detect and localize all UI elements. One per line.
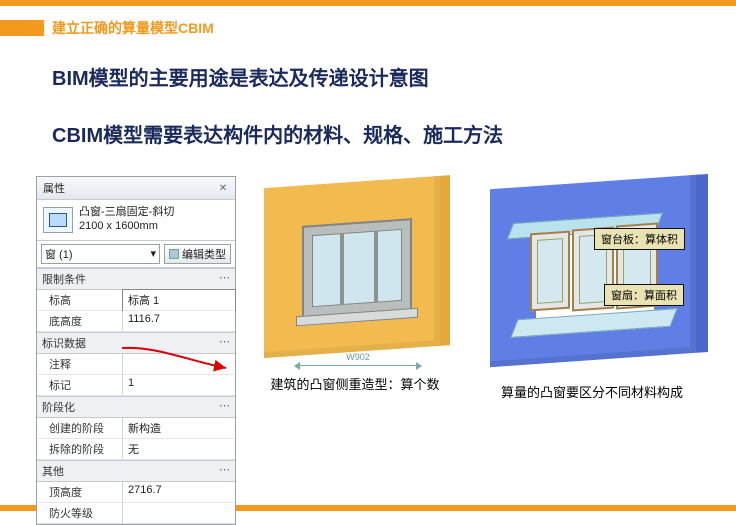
- param-fire-rating-value[interactable]: [123, 503, 235, 524]
- family-type-label: 凸窗-三扇固定-斜切 2100 x 1600mm: [79, 206, 174, 234]
- instance-selector-text: 窗 (1): [45, 246, 73, 262]
- chevron-down-icon: ▾: [150, 247, 156, 260]
- param-phase-created-value[interactable]: 新构造: [123, 418, 235, 439]
- param-phase-demolished-label: 拆除的阶段: [37, 439, 123, 460]
- param-level[interactable]: 标高 标高 1: [37, 290, 235, 311]
- properties-panel-title: 属性: [43, 180, 65, 196]
- param-sill-height-label: 底高度: [37, 311, 123, 332]
- edit-type-label: 编辑类型: [182, 246, 226, 262]
- properties-panel: 属性 ✕ 凸窗-三扇固定-斜切 2100 x 1600mm 窗 (1) ▾ 编辑…: [36, 176, 236, 525]
- edit-type-icon: [169, 249, 179, 259]
- param-phase-created[interactable]: 创建的阶段 新构造: [37, 418, 235, 439]
- figure-bay-window-qty: 窗台板：算体积 窗扇：算面积 算量的凸窗要区分不同材料构成: [474, 176, 710, 401]
- param-fire-rating[interactable]: 防火等级: [37, 503, 235, 524]
- close-icon[interactable]: ✕: [217, 182, 229, 194]
- expand-icon: ⋯: [219, 399, 230, 415]
- dimension-width-label: W902: [346, 352, 370, 362]
- edit-type-button[interactable]: 编辑类型: [164, 244, 231, 264]
- heading-secondary: CBIM模型需要表达构件内的材料、规格、施工方法: [52, 119, 736, 148]
- window-sash-icon: [530, 231, 570, 312]
- annotation-board: 窗台板：算体积: [594, 228, 685, 250]
- param-sill-height[interactable]: 底高度 1116.7: [37, 311, 235, 332]
- param-comment-label: 注释: [37, 354, 123, 375]
- group-other[interactable]: 其他 ⋯: [37, 460, 235, 482]
- param-mark[interactable]: 标记 1: [37, 375, 235, 396]
- group-identity[interactable]: 标识数据 ⋯: [37, 332, 235, 354]
- param-sill-height-value[interactable]: 1116.7: [123, 311, 235, 332]
- param-comment[interactable]: 注释: [37, 354, 235, 375]
- content-row: 属性 ✕ 凸窗-三扇固定-斜切 2100 x 1600mm 窗 (1) ▾ 编辑…: [36, 176, 736, 525]
- group-identity-label: 标识数据: [42, 335, 86, 351]
- bay-window-icon: [302, 218, 412, 318]
- family-type-name: 凸窗-三扇固定-斜切: [79, 206, 174, 220]
- param-mark-label: 标记: [37, 375, 123, 396]
- expand-icon: ⋯: [219, 271, 230, 287]
- family-selector[interactable]: 凸窗-三扇固定-斜切 2100 x 1600mm: [37, 200, 235, 241]
- param-comment-value[interactable]: [123, 354, 235, 375]
- group-constraints-label: 限制条件: [42, 271, 86, 287]
- group-constraints[interactable]: 限制条件 ⋯: [37, 268, 235, 290]
- slide-title: 建立正确的算量模型CBIM: [52, 18, 214, 38]
- dimension-width: W902: [298, 365, 418, 366]
- annotation-sash: 窗扇：算面积: [604, 284, 684, 306]
- slide-title-bar: 建立正确的算量模型CBIM: [0, 18, 736, 38]
- param-phase-demolished-value[interactable]: 无: [123, 439, 235, 460]
- slide: 建立正确的算量模型CBIM BIM模型的主要用途是表达及传递设计意图 CBIM模…: [0, 0, 736, 511]
- param-top-height[interactable]: 顶高度 2716.7: [37, 482, 235, 503]
- instance-selector[interactable]: 窗 (1) ▾: [41, 244, 160, 264]
- param-phase-created-label: 创建的阶段: [37, 418, 123, 439]
- param-mark-value[interactable]: 1: [123, 375, 235, 396]
- figure-bay-window-arch: W902 建筑的凸窗侧重造型：算个数: [250, 176, 460, 393]
- param-top-height-value[interactable]: 2716.7: [123, 482, 235, 503]
- title-accent-block: [0, 20, 44, 36]
- param-phase-demolished[interactable]: 拆除的阶段 无: [37, 439, 235, 460]
- group-phasing-label: 阶段化: [42, 399, 75, 415]
- figure-arch-caption: 建筑的凸窗侧重造型：算个数: [270, 374, 439, 393]
- param-level-label: 标高: [37, 290, 123, 311]
- instance-row: 窗 (1) ▾ 编辑类型: [37, 241, 235, 268]
- family-size: 2100 x 1600mm: [79, 220, 174, 234]
- group-other-label: 其他: [42, 463, 64, 479]
- expand-icon: ⋯: [219, 335, 230, 351]
- figure-bay-window-arch-image: W902: [250, 176, 460, 368]
- expand-icon: ⋯: [219, 463, 230, 479]
- figure-qty-caption: 算量的凸窗要区分不同材料构成: [501, 382, 683, 401]
- param-top-height-label: 顶高度: [37, 482, 123, 503]
- group-phasing[interactable]: 阶段化 ⋯: [37, 396, 235, 418]
- family-thumbnail-icon: [43, 207, 73, 233]
- param-level-value[interactable]: 标高 1: [123, 290, 235, 311]
- heading-primary: BIM模型的主要用途是表达及传递设计意图: [52, 62, 736, 91]
- param-fire-rating-label: 防火等级: [37, 503, 123, 524]
- figure-bay-window-qty-image: 窗台板：算体积 窗扇：算面积: [474, 176, 710, 376]
- properties-panel-header: 属性 ✕: [37, 177, 235, 200]
